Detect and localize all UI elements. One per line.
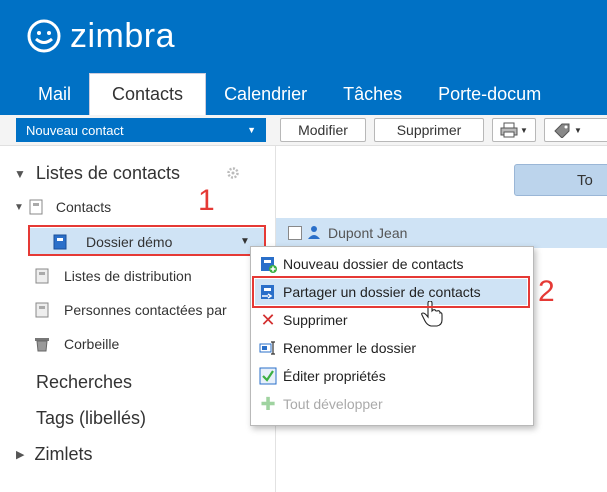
address-book-icon bbox=[35, 302, 49, 318]
chevron-down-icon[interactable]: ▼ bbox=[247, 125, 256, 135]
menu-item-edit-properties[interactable]: Éditer propriétés bbox=[259, 363, 386, 389]
menu-item-new-contacts-folder[interactable]: Nouveau dossier de contacts bbox=[259, 251, 464, 277]
app-header: zimbra Mail Contacts Calendrier Tâches P… bbox=[0, 0, 607, 115]
zimbra-logo-icon bbox=[24, 16, 64, 56]
context-menu: Nouveau dossier de contacts Partager un … bbox=[250, 246, 534, 426]
print-icon bbox=[500, 122, 518, 138]
sidebar-item-contacts[interactable]: ▼ Contacts bbox=[14, 199, 111, 215]
sidebar: ▼ Listes de contacts ▼ Contacts Dossier … bbox=[0, 146, 275, 492]
step-number-2: 2 bbox=[538, 275, 555, 308]
tab-calendar[interactable]: Calendrier bbox=[206, 74, 325, 115]
delete-button[interactable]: Supprimer bbox=[374, 118, 484, 142]
tab-mail[interactable]: Mail bbox=[0, 74, 89, 115]
address-book-icon bbox=[29, 199, 43, 215]
settings-gear-icon[interactable] bbox=[226, 166, 240, 180]
sidebar-header-contact-lists[interactable]: ▼ Listes de contacts bbox=[14, 163, 180, 184]
step-number-1: 1 bbox=[198, 184, 215, 217]
all-button[interactable]: To bbox=[514, 164, 607, 196]
new-contact-label: Nouveau contact bbox=[26, 122, 124, 138]
tag-button[interactable]: ▼ bbox=[544, 118, 607, 142]
contact-person-icon bbox=[308, 226, 320, 239]
edit-properties-icon bbox=[259, 367, 277, 385]
menu-item-rename[interactable]: Renommer le dossier bbox=[259, 335, 416, 361]
chevron-down-icon: ▼ bbox=[574, 125, 582, 135]
highlight-box-step1 bbox=[28, 225, 266, 256]
delete-x-icon: ✕ bbox=[260, 309, 276, 330]
expand-triangle-icon[interactable]: ▶ bbox=[16, 448, 24, 461]
table-row[interactable]: Dupont Jean bbox=[276, 218, 607, 248]
new-contact-button[interactable]: Nouveau contact ▼ bbox=[16, 118, 266, 142]
app-tabs: Mail Contacts Calendrier Tâches Porte-do… bbox=[0, 73, 559, 115]
menu-item-delete[interactable]: ✕ Supprimer bbox=[259, 307, 347, 333]
modify-button[interactable]: Modifier bbox=[280, 118, 366, 142]
menu-item-expand-all: ✚ Tout développer bbox=[260, 393, 383, 414]
toolbar: Nouveau contact ▼ Modifier Supprimer ▼ ▼ bbox=[0, 115, 607, 146]
row-checkbox[interactable] bbox=[288, 226, 302, 240]
logo-text: zimbra bbox=[70, 16, 176, 55]
highlight-box-step2 bbox=[252, 276, 530, 308]
sidebar-header-zimlets[interactable]: ▶ Zimlets bbox=[16, 444, 92, 465]
collapse-triangle-icon[interactable]: ▼ bbox=[14, 202, 24, 213]
tab-contacts[interactable]: Contacts bbox=[89, 73, 207, 115]
sidebar-item-trash[interactable]: Corbeille bbox=[34, 336, 119, 352]
sidebar-item-distribution-lists[interactable]: Listes de distribution bbox=[34, 268, 192, 284]
expand-plus-icon: ✚ bbox=[260, 393, 276, 414]
new-contacts-folder-icon bbox=[259, 255, 277, 273]
tab-briefcase[interactable]: Porte-docum bbox=[420, 74, 559, 115]
tab-tasks[interactable]: Tâches bbox=[325, 74, 420, 115]
collapse-triangle-icon[interactable]: ▼ bbox=[14, 167, 26, 181]
zimbra-logo[interactable]: zimbra bbox=[24, 12, 175, 60]
print-button[interactable]: ▼ bbox=[492, 118, 536, 142]
tag-icon bbox=[554, 123, 570, 138]
sidebar-header-tags[interactable]: Tags (libellés) bbox=[36, 408, 146, 429]
contact-name: Dupont Jean bbox=[328, 225, 408, 241]
address-book-icon bbox=[35, 268, 49, 284]
sidebar-header-searches[interactable]: Recherches bbox=[36, 372, 132, 393]
rename-icon bbox=[259, 339, 277, 357]
trash-icon bbox=[35, 338, 49, 352]
sidebar-item-contacted-people[interactable]: Personnes contactées par bbox=[34, 302, 227, 318]
chevron-down-icon: ▼ bbox=[520, 125, 528, 135]
